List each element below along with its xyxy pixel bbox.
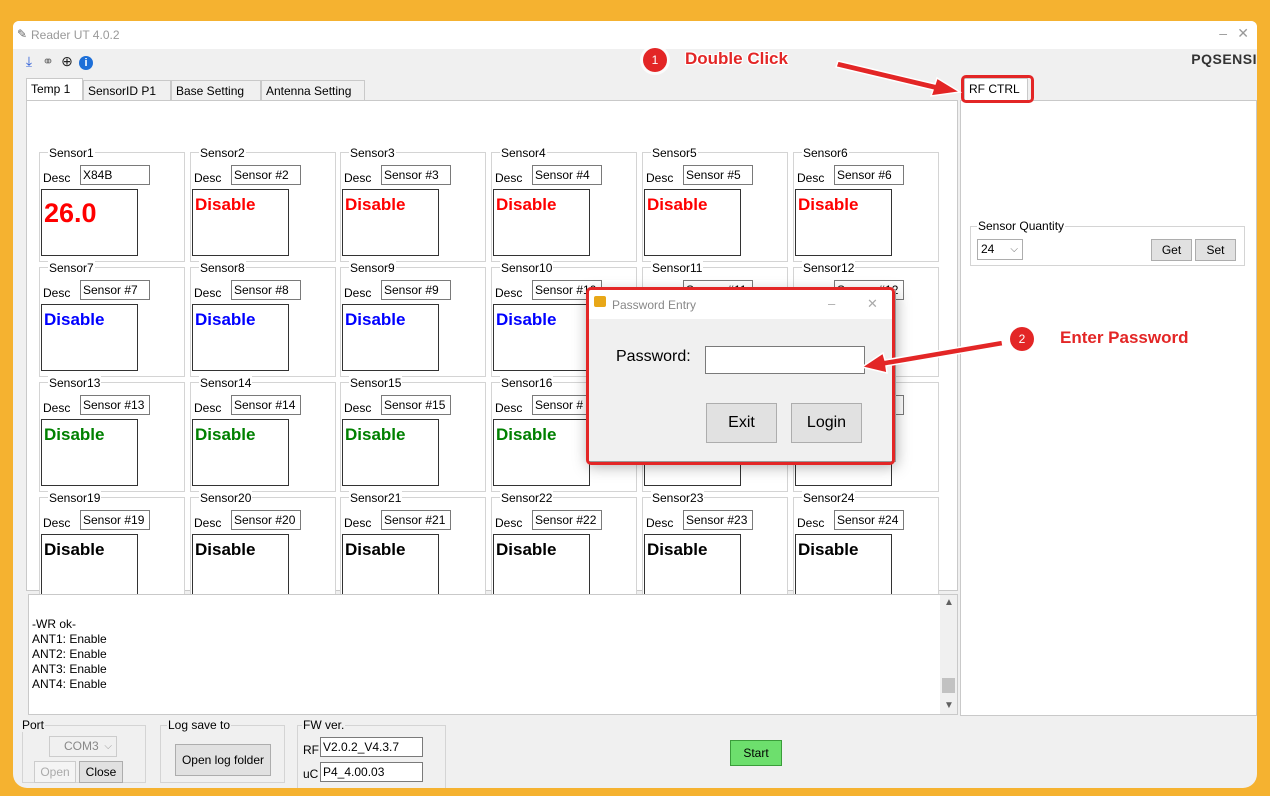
- step-2-label: Enter Password: [1060, 328, 1189, 347]
- arrow-to-rf-ctrl: [835, 60, 963, 97]
- annotation-arrows: [835, 60, 1004, 374]
- arrow-to-password: [860, 339, 1004, 374]
- step-1-badge: 1: [643, 48, 667, 72]
- step-2-badge: 2: [1010, 327, 1034, 351]
- step-1-label: Double Click: [685, 49, 788, 68]
